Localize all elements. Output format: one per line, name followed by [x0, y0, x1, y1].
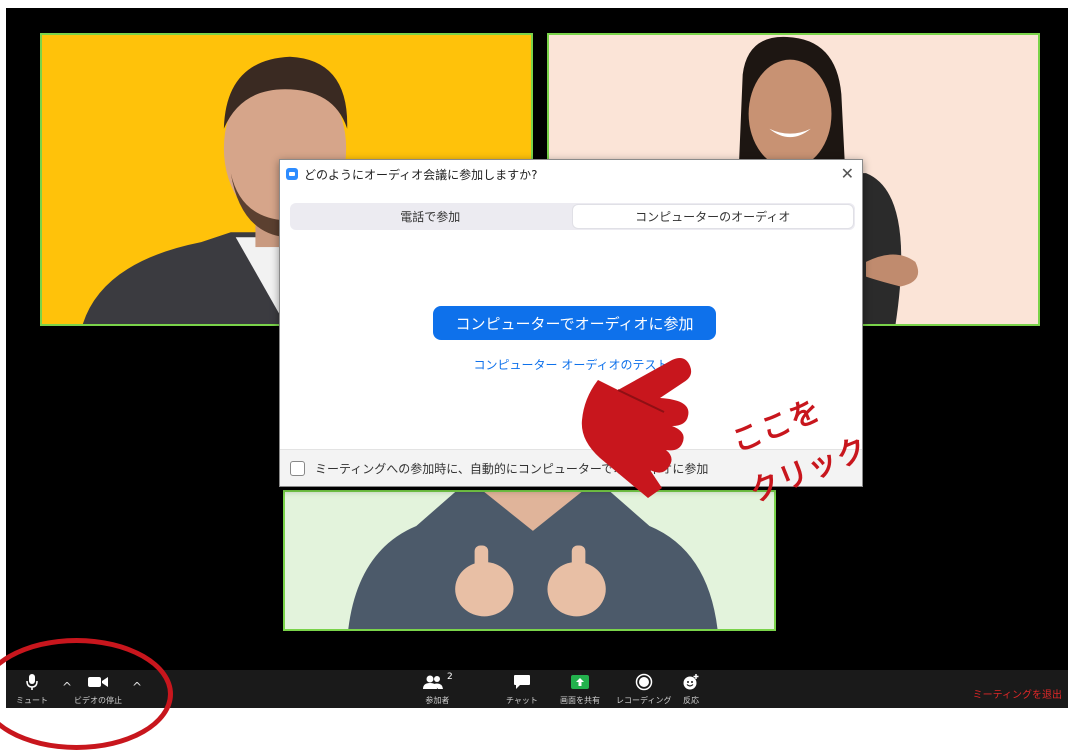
auto-join-checkbox[interactable]	[290, 460, 305, 476]
participants-button[interactable]: 2 参加者	[422, 672, 453, 706]
chat-label: チャット	[506, 696, 538, 705]
dialog-title: どのようにオーディオ会議に参加しますか?	[304, 167, 538, 182]
video-tile-participant-3[interactable]	[283, 490, 776, 631]
record-button[interactable]: レコーディング	[616, 672, 671, 706]
participants-count: 2	[447, 672, 453, 682]
dialog-title-bar: どのようにオーディオ会議に参加しますか?	[280, 160, 862, 188]
annotation-highlight-ellipse	[0, 638, 173, 750]
participant-3-video	[348, 492, 718, 629]
participants-label: 参加者	[425, 696, 450, 705]
share-screen-label: 画面を共有	[560, 696, 600, 705]
record-icon	[635, 672, 653, 692]
leave-meeting-button[interactable]: ミーティングを退出	[973, 686, 1062, 701]
close-icon[interactable]: ✕	[841, 164, 854, 183]
pointing-hand-icon	[581, 358, 692, 498]
smiley-plus-icon	[682, 672, 700, 692]
reactions-label: 反応	[683, 696, 699, 705]
audio-tabs: 電話で参加 コンピューターのオーディオ	[290, 203, 855, 230]
tab-computer-audio[interactable]: コンピューターのオーディオ	[571, 204, 854, 229]
join-with-computer-audio-button[interactable]: コンピューターでオーディオに参加	[433, 306, 716, 340]
zoom-camera-icon	[286, 168, 298, 180]
tab-phone[interactable]: 電話で参加	[290, 203, 571, 230]
chat-button[interactable]: チャット	[506, 672, 538, 706]
record-label: レコーディング	[616, 696, 672, 705]
chat-bubble-icon	[513, 672, 531, 692]
share-screen-button[interactable]: 画面を共有	[560, 672, 600, 706]
share-screen-icon	[570, 672, 590, 692]
reactions-button[interactable]: 反応	[682, 672, 700, 706]
participants-icon: 2	[422, 672, 453, 692]
